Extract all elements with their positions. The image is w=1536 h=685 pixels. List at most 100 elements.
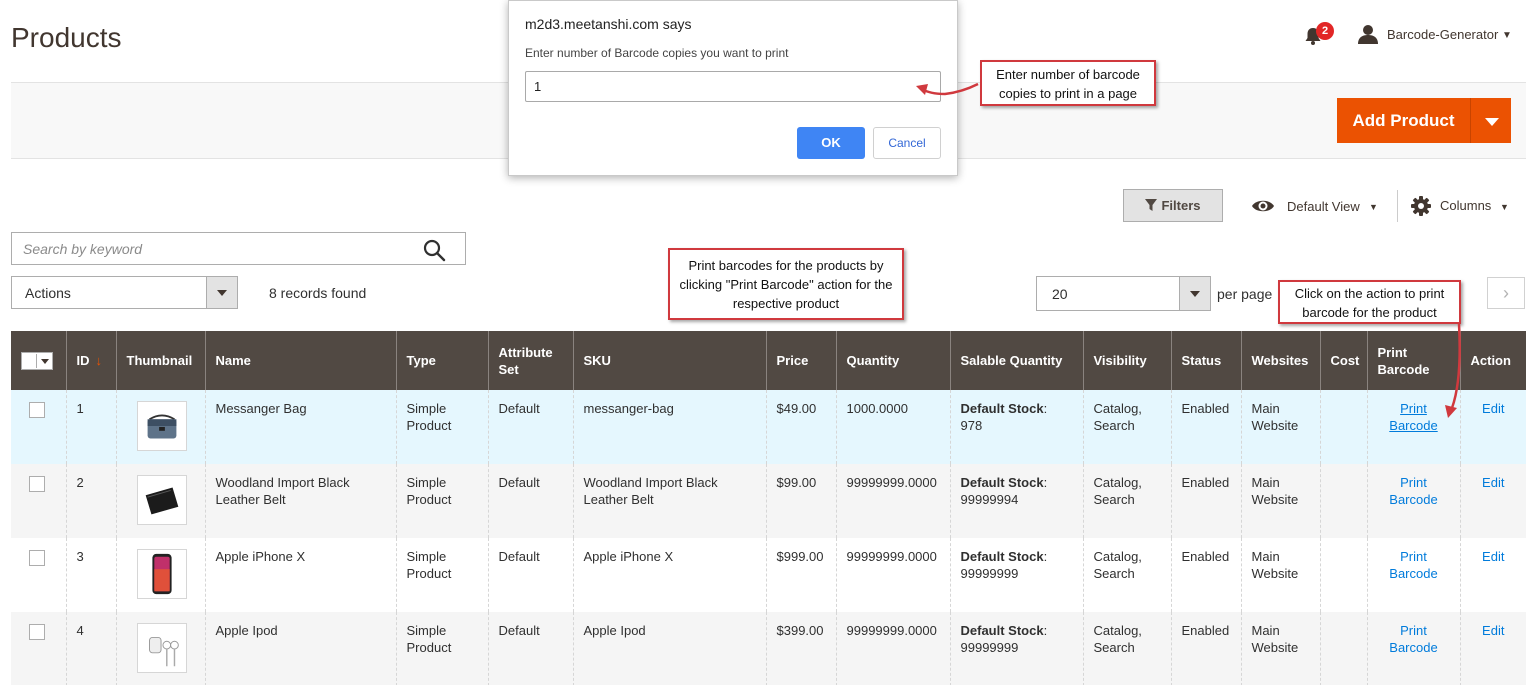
print-barcode-link[interactable]: Print Barcode <box>1389 475 1437 507</box>
cell-quantity: 99999999.0000 <box>835 464 950 538</box>
cell-salable-quantity: Default Stock: 99999999 <box>949 612 1083 685</box>
copies-input[interactable] <box>525 71 941 102</box>
cell-attribute-set: Default <box>487 538 573 612</box>
user-icon[interactable] <box>1357 24 1379 44</box>
ok-button[interactable]: OK <box>797 127 865 159</box>
edit-link[interactable]: Edit <box>1482 623 1504 638</box>
chevron-down-icon[interactable]: ▼ <box>1500 202 1509 212</box>
columns-dropdown[interactable]: Columns <box>1440 198 1491 213</box>
add-product-button[interactable]: Add Product <box>1337 98 1470 143</box>
wallet-icon[interactable] <box>136 475 187 525</box>
print-barcode-link[interactable]: Print Barcode <box>1389 401 1437 433</box>
cell-salable-quantity: Default Stock: 99999999 <box>949 538 1083 612</box>
chevron-down-icon <box>1190 291 1200 297</box>
cell-status: Enabled <box>1170 612 1241 685</box>
search-input[interactable] <box>11 232 466 265</box>
add-product-options-toggle[interactable] <box>1470 98 1511 143</box>
cell-sku: Apple iPhone X <box>572 538 766 612</box>
column-header-cost[interactable]: Cost <box>1319 331 1367 390</box>
cell-name: Messanger Bag <box>204 390 396 464</box>
sort-arrow-icon: ↓ <box>95 353 103 368</box>
gear-icon[interactable] <box>1411 196 1431 216</box>
table-row[interactable]: 4 Apple Ipod Simple Product Default Appl… <box>11 612 1526 685</box>
stock-label: Default Stock <box>960 401 1044 416</box>
cancel-button[interactable]: Cancel <box>873 127 941 159</box>
products-grid: ID ↓ Thumbnail Name Type Attribute Set SK… <box>11 331 1526 685</box>
edit-link[interactable]: Edit <box>1482 549 1504 564</box>
dialog-title: m2d3.meetanshi.com says <box>525 16 692 32</box>
cell-price: $999.00 <box>765 538 836 612</box>
cell-id: 3 <box>65 538 116 612</box>
column-header-label: Type <box>406 353 436 368</box>
column-header-sku[interactable]: SKU <box>572 331 766 390</box>
cell-attribute-set: Default <box>487 390 573 464</box>
cell-visibility: Catalog, Search <box>1082 464 1171 538</box>
column-header-thumbnail: Thumbnail <box>115 331 205 390</box>
table-row[interactable]: 3 Apple iPhone X Simple Product Default … <box>11 538 1526 612</box>
grid-header-row: ID ↓ Thumbnail Name Type Attribute Set SK… <box>11 331 1526 390</box>
cell-type: Simple Product <box>395 464 488 538</box>
edit-link[interactable]: Edit <box>1482 475 1504 490</box>
column-header-name[interactable]: Name <box>204 331 396 390</box>
column-header-status[interactable]: Status <box>1170 331 1241 390</box>
column-header-label: Cost <box>1330 353 1360 368</box>
next-page-button[interactable]: › <box>1487 277 1525 309</box>
user-account-link[interactable]: Barcode-Generator <box>1387 27 1498 42</box>
cell-name: Apple iPhone X <box>204 538 396 612</box>
stock-value: 978 <box>960 418 983 433</box>
table-row[interactable]: 2 Woodland Import Black Leather Belt Sim… <box>11 464 1526 538</box>
column-header-type[interactable]: Type <box>395 331 488 390</box>
cell-attribute-set: Default <box>487 612 573 685</box>
search-icon[interactable] <box>422 238 446 262</box>
column-header-quantity[interactable]: Quantity <box>835 331 950 390</box>
column-header-label: Name <box>215 353 251 368</box>
row-checkbox[interactable] <box>29 550 45 566</box>
filters-label: Filters <box>1161 198 1201 213</box>
row-checkbox[interactable] <box>29 402 45 418</box>
cell-visibility: Catalog, Search <box>1082 390 1171 464</box>
default-view-dropdown[interactable]: Default View <box>1287 199 1360 214</box>
chevron-down-icon[interactable]: ▼ <box>1502 30 1512 41</box>
stock-value: 99999994 <box>960 492 1019 507</box>
column-header-print-barcode: Print Barcode <box>1366 331 1460 390</box>
callout-print-barcodes: Print barcodes for the products by click… <box>668 248 904 320</box>
column-header-attribute-set[interactable]: Attribute Set <box>487 331 573 390</box>
cell-sku: Apple Ipod <box>572 612 766 685</box>
cell-id: 1 <box>65 390 116 464</box>
print-barcode-link[interactable]: Print Barcode <box>1389 549 1437 581</box>
column-header-price[interactable]: Price <box>765 331 836 390</box>
per-page-toggle[interactable] <box>1179 277 1210 310</box>
cell-visibility: Catalog, Search <box>1082 612 1171 685</box>
column-header-id[interactable]: ID ↓ <box>65 331 116 390</box>
records-count: 8 records found <box>269 285 367 301</box>
cell-websites: Main Website <box>1240 390 1320 464</box>
edit-link[interactable]: Edit <box>1482 401 1504 416</box>
callout-copies: Enter number of barcode copies to print … <box>980 60 1156 106</box>
cell-price: $49.00 <box>765 390 836 464</box>
column-header-visibility[interactable]: Visibility <box>1082 331 1171 390</box>
mass-select-checkbox[interactable] <box>21 351 53 370</box>
phone-icon[interactable] <box>136 549 187 599</box>
filters-button[interactable]: Filters <box>1123 189 1223 222</box>
table-row[interactable]: 1 Messanger Bag Simple Product Default m… <box>11 390 1526 464</box>
dialog-message: Enter number of Barcode copies you want … <box>525 46 789 60</box>
bag-icon[interactable] <box>136 401 187 451</box>
print-barcode-link[interactable]: Print Barcode <box>1389 623 1437 655</box>
column-header-label: Quantity <box>846 353 900 368</box>
cell-attribute-set: Default <box>487 464 573 538</box>
cell-cost <box>1319 612 1367 685</box>
chevron-down-icon[interactable]: ▼ <box>1369 202 1378 212</box>
earphones-icon[interactable] <box>136 623 187 673</box>
row-checkbox[interactable] <box>29 476 45 492</box>
column-header-websites[interactable]: Websites <box>1240 331 1320 390</box>
stock-label: Default Stock <box>960 549 1044 564</box>
mass-select-header[interactable] <box>11 331 66 390</box>
mass-actions-label: Actions <box>25 285 71 301</box>
stock-value: 99999999 <box>960 640 1019 655</box>
row-checkbox[interactable] <box>29 624 45 640</box>
cell-salable-quantity: Default Stock: 99999994 <box>949 464 1083 538</box>
column-header-salable-quantity: Salable Quantity <box>949 331 1083 390</box>
mass-actions-toggle[interactable] <box>206 277 237 308</box>
eye-icon[interactable] <box>1251 198 1275 214</box>
column-header-label: Websites <box>1251 353 1309 368</box>
